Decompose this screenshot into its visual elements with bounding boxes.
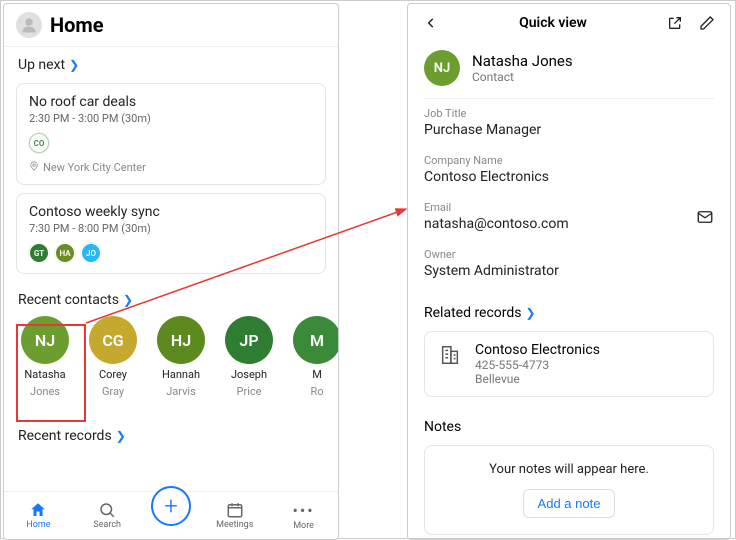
fab-add-button[interactable]: + <box>151 486 191 526</box>
notes-label: Notes <box>424 419 461 435</box>
up-next-section[interactable]: Up next ❯ <box>4 47 338 79</box>
contact-first: Natasha <box>24 368 65 381</box>
contact-first: Joseph <box>231 368 267 381</box>
contact-item[interactable]: M M Ro <box>290 316 338 398</box>
more-icon: ••• <box>292 501 314 520</box>
contact-item[interactable]: CG Corey Gray <box>86 316 140 398</box>
event-time: 2:30 PM - 3:00 PM (30m) <box>29 112 313 125</box>
contact-avatar: CG <box>89 316 137 364</box>
field-value: natasha@contoso.com <box>424 216 569 232</box>
event-time: 7:30 PM - 8:00 PM (30m) <box>29 222 313 235</box>
contact-avatar: M <box>293 316 338 364</box>
related-records-section[interactable]: Related records ❯ <box>408 287 730 327</box>
record-phone: 425-555-4773 <box>475 358 600 372</box>
notes-section: Notes <box>408 401 730 441</box>
nav-search[interactable]: Search <box>82 501 132 530</box>
page-title: Home <box>50 13 104 37</box>
up-next-label: Up next <box>18 57 65 73</box>
recent-contacts-section[interactable]: Recent contacts ❯ <box>4 282 338 314</box>
attendee-chip: JO <box>81 243 101 263</box>
recent-contacts-label: Recent contacts <box>18 292 119 308</box>
contact-last: Ro <box>310 385 323 398</box>
edit-icon[interactable] <box>698 14 716 32</box>
field-owner: Owner System Administrator <box>408 240 730 287</box>
back-button[interactable] <box>422 14 440 32</box>
home-header: Home <box>4 4 338 47</box>
contact-first: Hannah <box>162 368 200 381</box>
contact-name: Natasha Jones <box>472 52 573 70</box>
contact-header: NJ Natasha Jones Contact <box>408 42 730 98</box>
attendee-chip: GT <box>29 243 49 263</box>
attendee-chip: HA <box>55 243 75 263</box>
recent-records-section[interactable]: Recent records ❯ <box>4 418 338 450</box>
chevron-right-icon: ❯ <box>69 58 79 72</box>
building-icon <box>437 342 463 368</box>
contact-last: Jarvis <box>166 385 196 398</box>
contact-first: M <box>312 368 322 381</box>
field-value: Contoso Electronics <box>424 169 714 185</box>
field-label: Owner <box>424 248 714 261</box>
contact-first: Corey <box>99 368 127 381</box>
contact-item[interactable]: HJ Hannah Jarvis <box>154 316 208 398</box>
record-name: Contoso Electronics <box>475 342 600 358</box>
chevron-right-icon: ❯ <box>116 429 126 443</box>
location-pin-icon <box>29 161 39 174</box>
notes-card: Your notes will appear here. Add a note <box>424 445 714 535</box>
nav-search-label: Search <box>93 520 121 530</box>
chevron-right-icon: ❯ <box>526 306 536 320</box>
nav-meetings-label: Meetings <box>216 520 253 530</box>
chevron-right-icon: ❯ <box>123 293 133 307</box>
field-value: Purchase Manager <box>424 122 714 138</box>
event-location: New York City Center <box>43 161 146 174</box>
open-external-icon[interactable] <box>666 14 684 32</box>
field-label: Email <box>424 201 569 214</box>
mail-icon[interactable] <box>696 208 714 226</box>
quick-view-title: Quick view <box>519 15 587 31</box>
bottom-nav: Home Search + Meetings ••• More <box>4 491 338 539</box>
event-card[interactable]: Contoso weekly sync 7:30 PM - 8:00 PM (3… <box>16 193 326 274</box>
field-email: Email natasha@contoso.com <box>408 193 730 240</box>
contact-last: Price <box>237 385 262 398</box>
field-company: Company Name Contoso Electronics <box>408 146 730 193</box>
field-label: Company Name <box>424 154 714 167</box>
attendee-chip: CO <box>29 133 49 153</box>
user-avatar[interactable] <box>16 12 42 38</box>
record-city: Bellevue <box>475 372 600 386</box>
related-records-label: Related records <box>424 305 522 321</box>
contact-avatar: HJ <box>157 316 205 364</box>
field-label: Job Title <box>424 107 714 120</box>
contact-avatar: NJ <box>21 316 69 364</box>
home-screen: Home Up next ❯ No roof car deals 2:30 PM… <box>3 3 339 540</box>
contact-item[interactable]: JP Joseph Price <box>222 316 276 398</box>
contact-type: Contact <box>472 70 573 84</box>
event-title: Contoso weekly sync <box>29 204 313 220</box>
record-card[interactable]: Contoso Electronics 425-555-4773 Bellevu… <box>424 331 714 397</box>
contacts-row: NJ Natasha Jones CG Corey Gray HJ Hannah… <box>4 314 338 400</box>
nav-home-label: Home <box>26 520 50 530</box>
field-job: Job Title Purchase Manager <box>408 99 730 146</box>
event-card[interactable]: No roof car deals 2:30 PM - 3:00 PM (30m… <box>16 83 326 185</box>
quick-view-screen: Quick view NJ Natasha Jones Contact Job … <box>407 3 731 540</box>
nav-more[interactable]: ••• More <box>279 501 329 531</box>
quick-view-header: Quick view <box>408 4 730 42</box>
notes-empty-text: Your notes will appear here. <box>441 462 697 477</box>
contact-item[interactable]: NJ Natasha Jones <box>18 316 72 398</box>
contact-avatar-large: NJ <box>424 50 460 86</box>
event-title: No roof car deals <box>29 94 313 110</box>
nav-more-label: More <box>293 521 314 531</box>
contact-last: Jones <box>30 385 60 398</box>
add-note-button[interactable]: Add a note <box>523 489 616 518</box>
contact-avatar: JP <box>225 316 273 364</box>
field-value: System Administrator <box>424 263 714 279</box>
nav-home[interactable]: Home <box>13 501 63 530</box>
recent-records-label: Recent records <box>18 428 112 444</box>
contact-last: Gray <box>102 385 124 398</box>
nav-meetings[interactable]: Meetings <box>210 501 260 530</box>
